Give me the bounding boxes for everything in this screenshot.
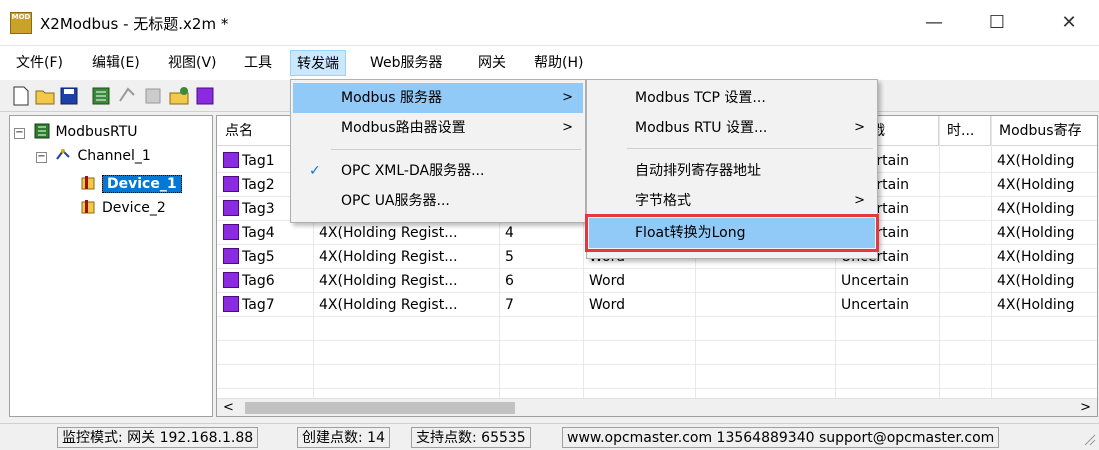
tree-device-1-label: Device_1 (102, 175, 182, 193)
status-bar: 监控模式: 网关 192.168.1.88 创建点数: 14 支持点数: 655… (0, 423, 1099, 450)
modbus-server-submenu: Modbus TCP 设置... Modbus RTU 设置... > 自动排列… (585, 79, 879, 259)
tag-icon (223, 224, 239, 240)
tag-icon (223, 152, 239, 168)
tag-name-cell: Tag4 (217, 221, 313, 245)
menu-item-auto-arrange[interactable]: 自动排列寄存器地址 (589, 156, 875, 186)
scroll-left-icon[interactable]: < (223, 399, 234, 416)
device-icon (81, 176, 95, 190)
add-device-icon[interactable] (116, 85, 138, 107)
submenu-arrow-icon: > (854, 193, 865, 208)
tag-icon (223, 176, 239, 192)
minimize-button[interactable]: — (905, 0, 963, 46)
modbus-register-cell: 4X(Holding (997, 249, 1075, 265)
tree-device-2-label: Device_2 (102, 200, 166, 216)
horizontal-scrollbar[interactable]: < > (217, 398, 1097, 416)
device-icon (81, 200, 95, 214)
title-bar: MOD X2Modbus - 无标题.x2m * — ☐ ✕ (0, 0, 1099, 46)
register-cell: 4X(Holding Regist... (319, 273, 458, 289)
check-icon: ✓ (309, 163, 321, 179)
tag-icon (223, 200, 239, 216)
menu-item-opc-xml-da[interactable]: ✓ OPC XML-DA服务器... (293, 156, 583, 186)
menu-gateway[interactable]: 网关 (472, 50, 512, 76)
collapse-icon[interactable]: − (36, 152, 47, 163)
save-icon[interactable] (58, 85, 80, 107)
menu-bar: 文件(F) 编辑(E) 视图(V) 工具 转发端 Web服务器 网关 帮助(H) (0, 46, 1099, 80)
menu-item-opc-ua[interactable]: OPC UA服务器... (293, 186, 583, 216)
add-group-icon[interactable] (142, 85, 164, 107)
collapse-icon[interactable]: − (14, 128, 25, 139)
submenu-arrow-icon: > (854, 120, 865, 135)
project-icon (34, 123, 50, 139)
add-channel-icon[interactable] (90, 85, 112, 107)
menu-help[interactable]: 帮助(H) (528, 50, 589, 76)
tree-root[interactable]: − ModbusRTU (14, 120, 138, 144)
app-icon: MOD (10, 12, 32, 34)
tag-properties-icon[interactable] (194, 85, 216, 107)
new-file-icon[interactable] (10, 85, 32, 107)
menu-view[interactable]: 视图(V) (162, 50, 223, 76)
table-row[interactable]: Tag7 4X(Holding Regist... 7 Word Uncerta… (217, 293, 1097, 317)
tree-device-1[interactable]: Device_1 (80, 172, 182, 196)
menu-forward[interactable]: 转发端 (290, 50, 346, 76)
menu-item-modbus-tcp[interactable]: Modbus TCP 设置... (589, 83, 875, 113)
menu-tools[interactable]: 工具 (238, 50, 278, 76)
tag-icon (223, 248, 239, 264)
tag-name-cell: Tag5 (217, 245, 313, 269)
tree-channel[interactable]: − Channel_1 (36, 144, 151, 168)
register-cell: 4X(Holding Regist... (319, 225, 458, 241)
type-cell: Word (589, 273, 625, 289)
menu-edit[interactable]: 编辑(E) (86, 50, 146, 76)
channel-icon (56, 149, 71, 160)
modbus-register-cell: 4X(Holding (997, 297, 1075, 313)
open-folder-icon[interactable] (34, 85, 56, 107)
type-cell: Word (589, 297, 625, 313)
quality-cell: Uncertain (841, 297, 910, 313)
window-title: X2Modbus - 无标题.x2m * (40, 15, 229, 33)
status-mode: 监控模式: 网关 192.168.1.88 (57, 427, 259, 448)
menu-item-float-to-long[interactable]: Float转换为Long (585, 214, 879, 252)
tag-name-cell: Tag7 (217, 293, 313, 317)
tag-icon (223, 296, 239, 312)
modbus-register-cell: 4X(Holding (997, 273, 1075, 289)
register-cell: 4X(Holding Regist... (319, 249, 458, 265)
modbus-register-cell: 4X(Holding (997, 225, 1075, 241)
tree-root-label: ModbusRTU (55, 124, 138, 140)
menu-item-modbus-router[interactable]: Modbus路由器设置 > (293, 113, 583, 143)
tag-name-cell: Tag6 (217, 269, 313, 293)
scroll-right-icon[interactable]: > (1080, 399, 1091, 416)
address-cell: 6 (505, 273, 514, 289)
register-cell: 4X(Holding Regist... (319, 297, 458, 313)
address-cell: 7 (505, 297, 514, 313)
tree-device-2[interactable]: Device_2 (80, 196, 166, 220)
menu-item-modbus-server[interactable]: Modbus 服务器 > (293, 83, 583, 113)
menu-web-server[interactable]: Web服务器 (364, 50, 449, 76)
modbus-register-cell: 4X(Holding (997, 177, 1075, 193)
col-header-modbus-register[interactable]: Modbus寄存 (991, 116, 1097, 146)
address-cell: 5 (505, 249, 514, 265)
status-supported-count: 支持点数: 65535 (411, 427, 531, 448)
menu-file[interactable]: 文件(F) (10, 50, 69, 76)
submenu-arrow-icon: > (562, 90, 573, 105)
quality-cell: Uncertain (841, 273, 910, 289)
status-contact: www.opcmaster.com 13564889340 support@op… (562, 427, 1000, 448)
resize-grip-icon[interactable] (1082, 432, 1096, 446)
maximize-button[interactable]: ☐ (968, 0, 1026, 46)
add-tag-icon[interactable] (168, 85, 190, 107)
col-header-time[interactable]: 时... (939, 116, 991, 146)
menu-item-byte-format[interactable]: 字节格式 > (589, 186, 875, 216)
modbus-register-cell: 4X(Holding (997, 201, 1075, 217)
status-created-count: 创建点数: 14 (297, 427, 390, 448)
device-tree: − ModbusRTU − Channel_1 Device_1 Device_… (9, 115, 213, 417)
forward-menu: Modbus 服务器 > Modbus路由器设置 > ✓ OPC XML-DA服… (290, 79, 586, 223)
modbus-register-cell: 4X(Holding (997, 153, 1075, 169)
table-row[interactable]: Tag6 4X(Holding Regist... 6 Word Uncerta… (217, 269, 1097, 293)
tree-channel-label: Channel_1 (77, 148, 151, 164)
submenu-arrow-icon: > (562, 120, 573, 135)
address-cell: 4 (505, 225, 514, 241)
close-button[interactable]: ✕ (1040, 0, 1098, 46)
scroll-thumb[interactable] (245, 402, 515, 414)
menu-item-modbus-rtu[interactable]: Modbus RTU 设置... > (589, 113, 875, 143)
tag-icon (223, 272, 239, 288)
